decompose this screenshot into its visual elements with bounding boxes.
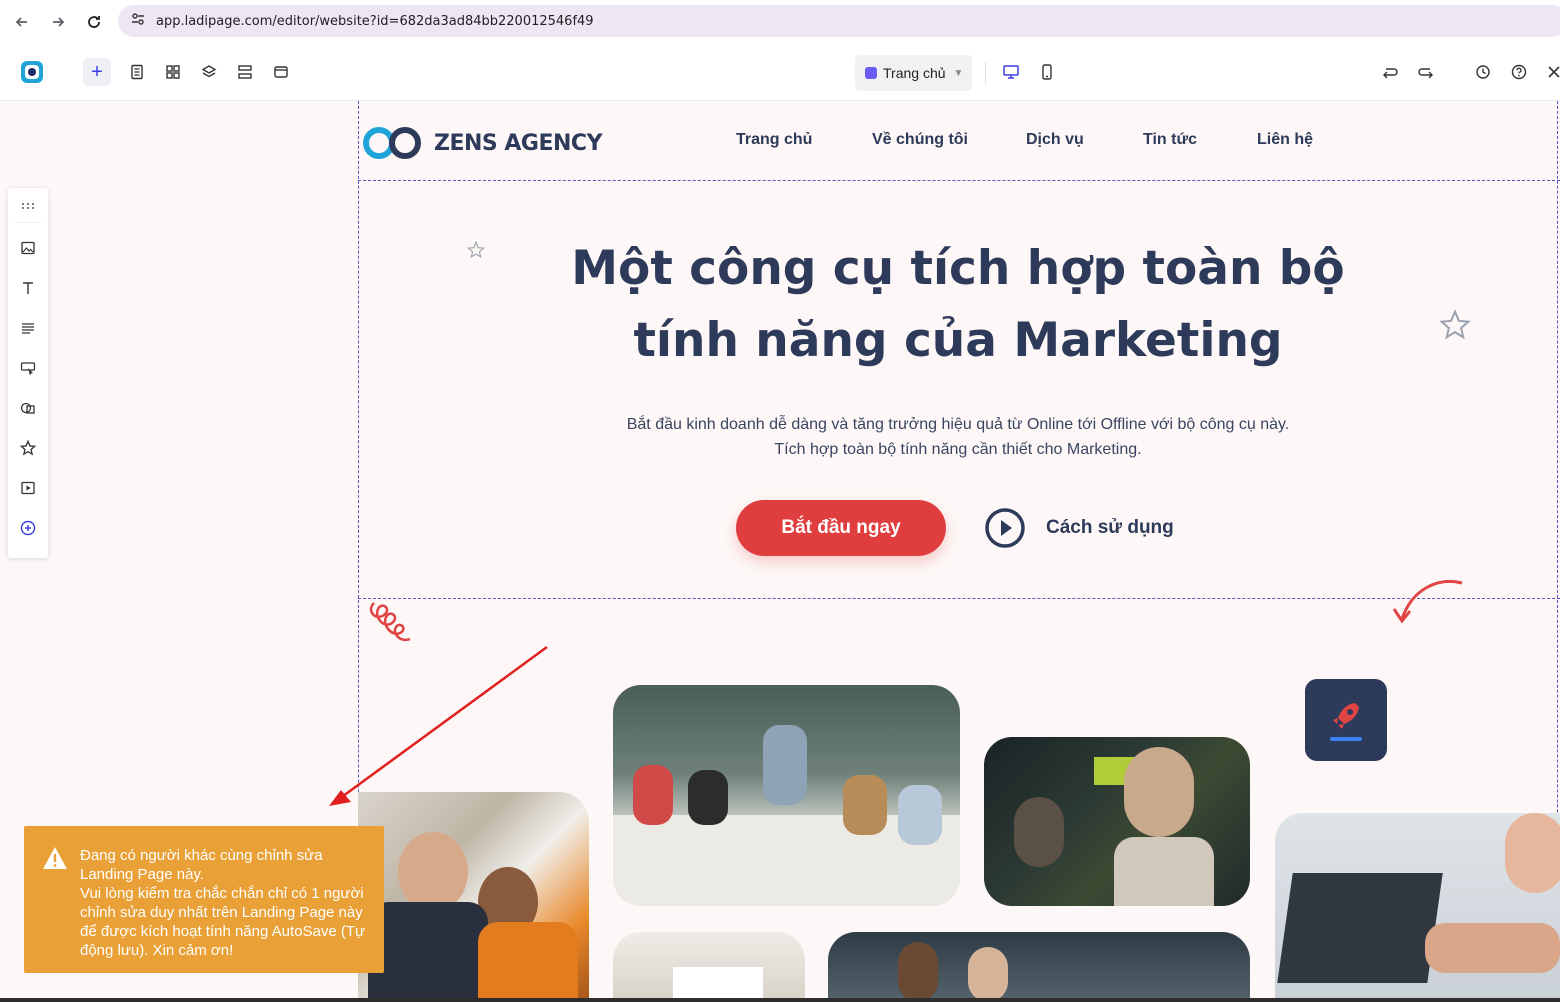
team-photo-6[interactable] (828, 932, 1250, 1002)
curved-arrow-icon (1392, 580, 1463, 624)
guide-line (358, 598, 1560, 599)
photo-person (968, 947, 1008, 1002)
reload-icon[interactable] (76, 4, 112, 40)
paragraph-icon[interactable] (16, 316, 40, 340)
warning-icon (43, 847, 67, 869)
pages-icon[interactable] (123, 58, 151, 86)
more-icon[interactable] (16, 516, 40, 540)
photo-shape (1277, 873, 1443, 983)
divider (985, 62, 986, 84)
photo-shape (368, 902, 488, 1002)
forward-icon[interactable] (40, 4, 76, 40)
concurrent-edit-warning: Đang có người khác cùng chỉnh sửa Landin… (24, 826, 384, 973)
site-logo[interactable]: ZENS AGENCY (360, 125, 603, 161)
how-to-use-label: Cách sử dụng (1046, 517, 1174, 538)
layers-icon[interactable] (195, 58, 223, 86)
team-photo-5[interactable] (613, 932, 805, 1002)
taskbar-edge (0, 998, 1560, 1002)
add-icon[interactable]: + (83, 58, 111, 86)
editor-toolbar: + Trang chủ ▼ (0, 44, 1560, 101)
rows-icon[interactable] (231, 58, 259, 86)
text-icon[interactable] (16, 276, 40, 300)
mobile-icon[interactable] (1033, 58, 1061, 86)
hero-title-line: tính năng của Marketing (633, 313, 1283, 368)
photo-person (898, 785, 942, 845)
rocket-underline (1330, 737, 1362, 741)
photo-shape (673, 967, 763, 1002)
start-now-button[interactable]: Bắt đầu ngay (736, 500, 946, 556)
url-text: app.ladipage.com/editor/website?id=682da… (156, 13, 594, 29)
hero-subtitle-line: Tích hợp toàn bộ tính năng cần thiết cho… (774, 441, 1142, 458)
back-icon[interactable] (4, 4, 40, 40)
photo-shape (1425, 923, 1560, 973)
image-icon[interactable] (16, 236, 40, 260)
divider (14, 222, 42, 223)
shape-icon[interactable] (16, 396, 40, 420)
hero-subtitle[interactable]: Bắt đầu kinh doanh dễ dàng và tăng trưởn… (558, 412, 1358, 462)
site-info-icon[interactable] (130, 11, 146, 32)
address-bar[interactable]: app.ladipage.com/editor/website?id=682da… (118, 5, 1560, 37)
history-icon[interactable] (1469, 58, 1497, 86)
drag-icon[interactable] (16, 194, 40, 218)
nav-services[interactable]: Dịch vụ (1026, 131, 1084, 149)
how-to-use-button[interactable]: Cách sử dụng (984, 507, 1174, 549)
team-photo-3[interactable] (984, 737, 1250, 906)
tools-icon[interactable] (1540, 58, 1560, 86)
redo-icon[interactable] (1412, 58, 1440, 86)
team-photo-2[interactable] (613, 685, 960, 906)
star-outline-icon (467, 241, 485, 259)
hero-subtitle-line: Bắt đầu kinh doanh dễ dàng và tăng trưởn… (626, 416, 1290, 433)
guide-line (358, 180, 1560, 181)
page-selector-label: Trang chủ (883, 65, 946, 81)
photo-person (763, 725, 807, 805)
photo-person (398, 832, 468, 912)
logo-mark-icon (363, 127, 421, 159)
team-photo-1[interactable] (358, 792, 589, 1002)
annotation-arrow-icon (329, 645, 548, 806)
brand-name: ZENS AGENCY (434, 130, 603, 156)
play-icon (985, 508, 1025, 548)
star-icon[interactable] (16, 436, 40, 460)
photo-shape (1114, 837, 1214, 906)
photo-person (1014, 797, 1064, 867)
browser-bar: app.ladipage.com/editor/website?id=682da… (0, 0, 1560, 44)
warning-text-line2: Vui lòng kiểm tra chắc chắn chỉ có 1 ngư… (80, 885, 366, 959)
photo-person (1124, 747, 1194, 837)
warning-text-line1: Đang có người khác cùng chỉnh sửa Landin… (80, 847, 323, 883)
page-selector[interactable]: Trang chủ ▼ (855, 55, 972, 91)
element-panel (8, 188, 48, 558)
photo-person (1505, 813, 1560, 893)
photo-person (633, 765, 673, 825)
chevron-down-icon: ▼ (953, 67, 964, 79)
app-logo-icon[interactable] (18, 58, 46, 86)
rocket-icon (1333, 703, 1359, 729)
photo-person (843, 775, 887, 835)
rocket-tile[interactable] (1305, 679, 1387, 761)
nav-about[interactable]: Về chúng tôi (872, 131, 968, 149)
nav-contact[interactable]: Liên hệ (1257, 131, 1313, 149)
photo-person (898, 942, 938, 1002)
help-icon[interactable] (1505, 58, 1533, 86)
desktop-icon[interactable] (997, 58, 1025, 86)
hero-title-line: Một công cụ tích hợp toàn bộ (571, 241, 1345, 296)
photo-person (688, 770, 728, 825)
video-icon[interactable] (16, 476, 40, 500)
page-icon (865, 67, 877, 79)
popup-icon[interactable] (267, 58, 295, 86)
team-photo-4[interactable] (1275, 813, 1560, 1002)
hero-title[interactable]: Một công cụ tích hợp toàn bộ tính năng c… (558, 233, 1358, 377)
button-icon[interactable] (16, 356, 40, 380)
nav-news[interactable]: Tin tức (1143, 131, 1197, 149)
nav-home[interactable]: Trang chủ (736, 131, 812, 149)
sections-icon[interactable] (159, 58, 187, 86)
star-outline-icon (1439, 309, 1471, 340)
photo-shape (478, 922, 578, 1002)
undo-icon[interactable] (1376, 58, 1404, 86)
